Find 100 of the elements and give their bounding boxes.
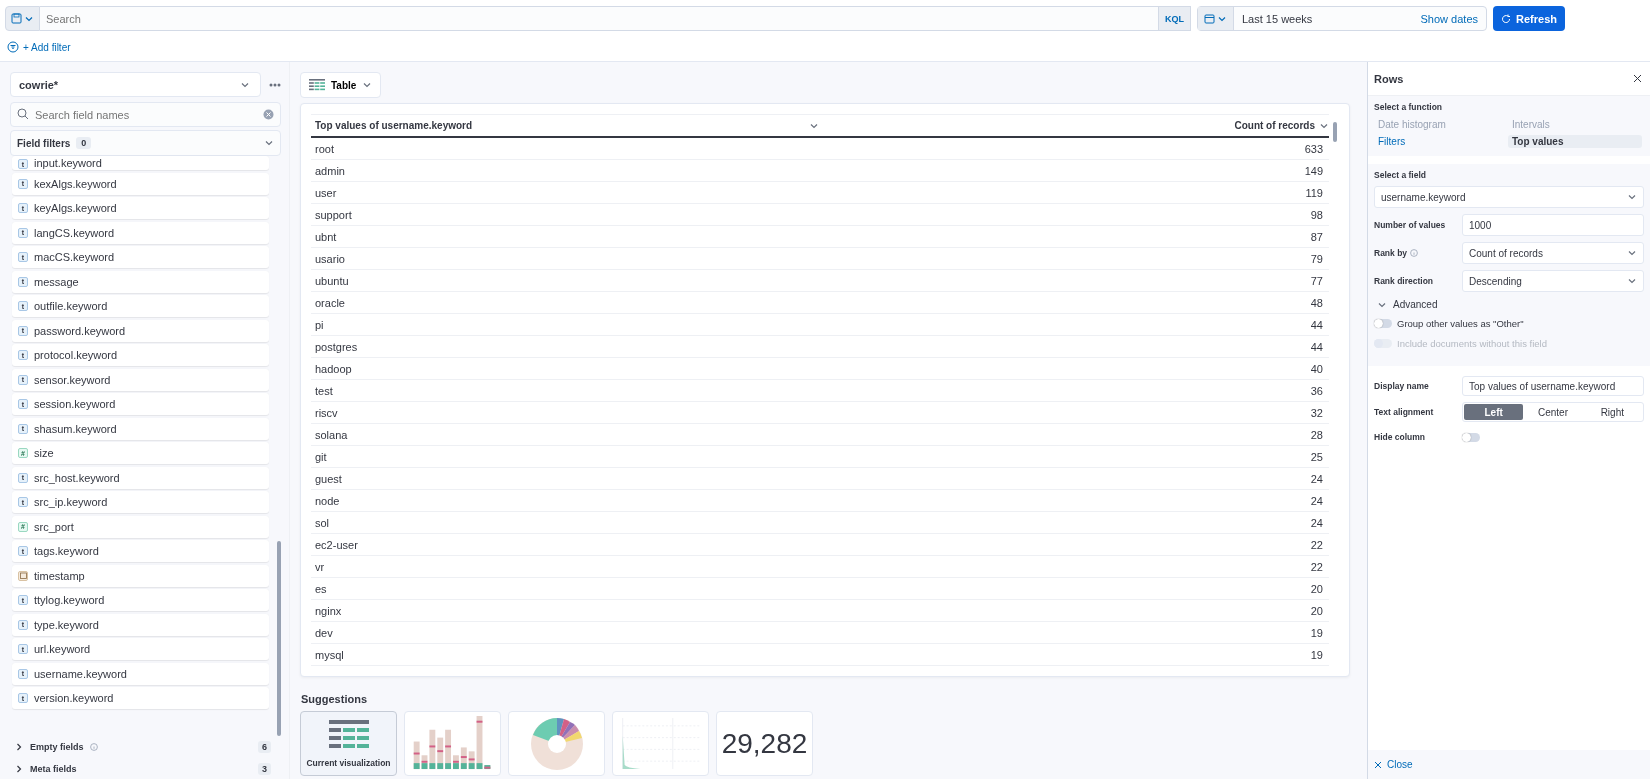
info-icon [89, 743, 98, 751]
field-name: session.keyword [34, 398, 116, 410]
saved-query-button[interactable] [5, 6, 40, 31]
field-name: protocol.keyword [34, 349, 118, 361]
count-badge: 6 [258, 741, 271, 753]
table-cell-text: 119 [1304, 186, 1324, 199]
table-cell-text: 20 [1309, 604, 1324, 617]
data-view-select[interactable]: cowrie* [10, 72, 261, 97]
column-header[interactable]: Count of records [1234, 120, 1315, 131]
more-icon[interactable] [269, 82, 281, 87]
field-item[interactable]: timestamp [12, 564, 269, 587]
select-field[interactable]: Descending [1462, 270, 1644, 292]
field-name: macCS.keyword [34, 251, 115, 263]
pie-chart-drawing [529, 716, 584, 771]
table-cell-text: pi [314, 318, 325, 331]
clear-icon[interactable] [263, 109, 274, 120]
table-cell-text: 25 [1309, 450, 1324, 463]
setting-label: Hide column [1374, 432, 1425, 442]
calendar-icon [18, 570, 28, 581]
suggestion-card[interactable]: 29,282 [716, 711, 813, 776]
visualization-type-select[interactable]: Table [300, 72, 382, 98]
table-cell-text: 149 [1303, 164, 1324, 177]
field-name: password.keyword [34, 324, 126, 337]
suggestion-card[interactable]: Current visualization [300, 711, 397, 776]
field-select[interactable]: username.keyword [1374, 186, 1644, 208]
field-name: src_port [34, 520, 74, 533]
section-label: Select a function [1374, 102, 1443, 112]
table-icon [328, 719, 369, 748]
table-cell-text: 98 [1309, 208, 1324, 221]
scrollbar-thumb[interactable] [277, 541, 281, 736]
setting-label: Text alignment [1374, 407, 1434, 417]
panel-title: Rows [1374, 72, 1404, 85]
suggestion-card[interactable] [404, 711, 501, 776]
filter-icon[interactable] [7, 41, 19, 53]
refresh-button[interactable]: Refresh [1493, 6, 1565, 31]
field-name: outfile.keyword [34, 300, 108, 312]
select-field[interactable]: Count of records [1462, 242, 1644, 264]
input-field[interactable]: Top values of username.keyword [1462, 376, 1644, 396]
info-icon [1410, 249, 1419, 257]
chevron-right-icon [14, 742, 24, 752]
date-picker[interactable]: Last 15 weeks Show dates [1197, 6, 1487, 31]
table-cell-text: 633 [1303, 142, 1324, 155]
close-icon[interactable] [1633, 74, 1642, 83]
field-name: message [34, 275, 79, 288]
field-search[interactable]: Search field names [10, 102, 281, 127]
alignment-option[interactable]: Right [1582, 404, 1642, 420]
caret-icon [264, 138, 274, 148]
table-icon [309, 79, 325, 91]
alignment-option[interactable]: Center [1523, 404, 1583, 420]
table-cell-text: admin [314, 164, 346, 177]
table-cell-text: git [314, 450, 328, 463]
field-group[interactable]: Empty fields 6 [14, 741, 271, 753]
table-cell-text: mysql [314, 648, 345, 661]
scrollbar-thumb[interactable] [1333, 122, 1337, 142]
count-badge: 3 [258, 763, 271, 775]
add-filter-link[interactable]: + Add filter [23, 41, 71, 53]
caret-icon [1627, 192, 1637, 202]
toggle-switch[interactable] [1374, 319, 1392, 328]
field-name: shasum.keyword [34, 422, 117, 435]
field-name: input.keyword [34, 157, 102, 169]
show-dates-link[interactable]: Show dates [1420, 12, 1486, 25]
search-field[interactable]: Search [40, 6, 1158, 31]
table-cell-text: 48 [1309, 296, 1324, 309]
save-icon [11, 13, 22, 24]
table-cell-text: usario [314, 252, 346, 265]
table-cell-text: 79 [1309, 252, 1324, 265]
column-header[interactable]: Top values of username.keyword [315, 120, 473, 131]
toggle-label: Include documents without this field [1397, 338, 1547, 349]
table-cell-text: es [314, 582, 328, 595]
table-cell-text: ec2-user [314, 538, 359, 551]
field-group[interactable]: Meta fields 3 [14, 763, 271, 775]
table-cell-text: support [314, 208, 353, 221]
input-field[interactable]: 1000 [1462, 214, 1644, 236]
suggestion-card[interactable] [508, 711, 605, 776]
advanced-toggle[interactable]: Advanced [1377, 299, 1644, 310]
table-cell-text: 44 [1309, 340, 1324, 353]
alignment-option[interactable]: Left [1464, 404, 1524, 420]
setting-label: Display name [1374, 381, 1429, 391]
field-filters-button[interactable]: Field filters 0 [10, 130, 281, 156]
field-name: type.keyword [34, 618, 99, 631]
calendar-icon [1204, 13, 1215, 24]
table-cell-text: node [314, 494, 341, 507]
field-name: src_host.keyword [34, 471, 120, 484]
table-cell-text: root [314, 142, 335, 155]
setting-label: Rank by [1374, 248, 1408, 258]
caret-icon [1627, 276, 1637, 286]
table-cell-text: 22 [1309, 560, 1324, 573]
field-name: timestamp [34, 569, 85, 582]
field-name: url.keyword [34, 643, 91, 655]
function-option[interactable]: Top values [1508, 135, 1642, 148]
section-label: Select a field [1374, 170, 1427, 180]
function-option[interactable]: Filters [1374, 135, 1508, 148]
field-name: size [34, 447, 54, 459]
language-button[interactable]: KQL [1158, 6, 1191, 31]
table-cell-text: oracle [314, 296, 346, 309]
close-link[interactable]: Close [1368, 750, 1650, 779]
table-cell-text: 28 [1309, 428, 1324, 441]
toggle-switch[interactable] [1462, 432, 1480, 442]
field-name: sensor.keyword [34, 373, 111, 386]
close-icon [1374, 760, 1382, 769]
